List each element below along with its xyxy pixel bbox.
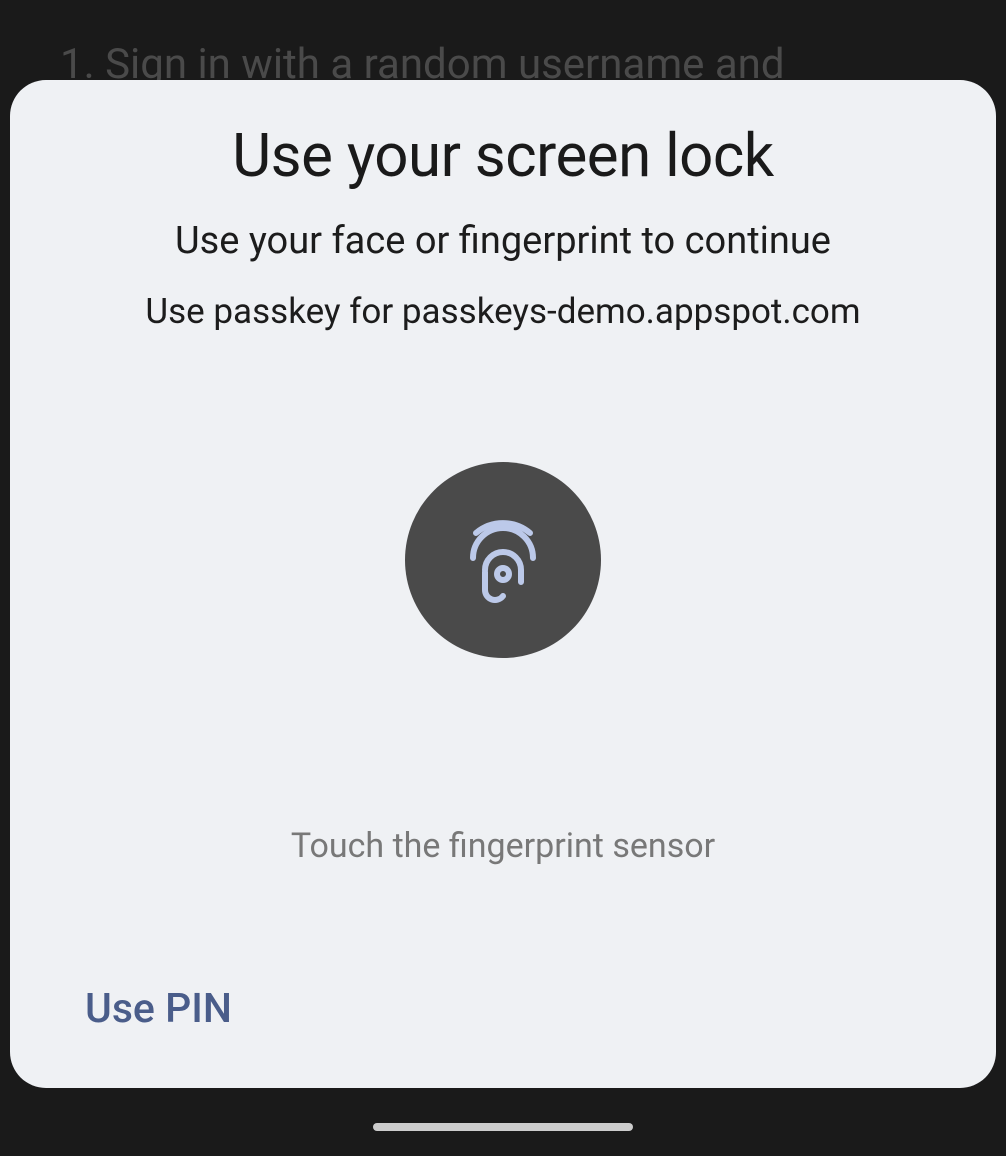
hint-text: Touch the fingerprint sensor xyxy=(10,826,996,866)
fingerprint-container xyxy=(10,462,996,658)
fingerprint-icon xyxy=(453,510,553,610)
dialog-subtitle: Use your face or fingerprint to continue xyxy=(10,219,996,263)
dialog-context: Use passkey for passkeys-demo.appspot.co… xyxy=(10,291,996,332)
use-pin-button[interactable]: Use PIN xyxy=(85,985,232,1033)
nav-handle[interactable] xyxy=(373,1123,633,1131)
dialog-title: Use your screen lock xyxy=(10,120,996,191)
fingerprint-sensor[interactable] xyxy=(405,462,601,658)
biometric-dialog: Use your screen lock Use your face or fi… xyxy=(10,80,996,1088)
